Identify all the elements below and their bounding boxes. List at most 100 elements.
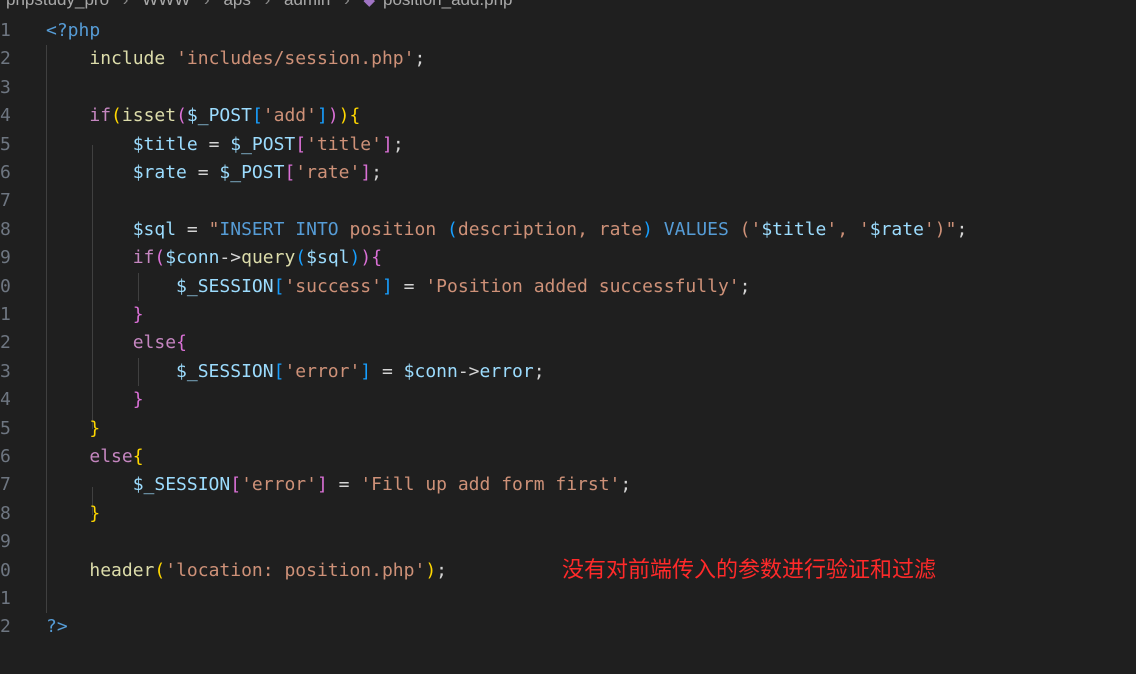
code-token: 'error' [241, 474, 317, 496]
code-token: header [89, 559, 155, 581]
code-token: include [89, 48, 166, 70]
code-token: ) [349, 247, 361, 269]
code-token: = [176, 218, 209, 240]
code-line[interactable]: 9 if($conn->query($sql)){ [0, 244, 1136, 272]
code-token: ( [154, 247, 166, 269]
line-number: 1 [0, 304, 10, 325]
code-line[interactable]: 5 } [0, 415, 1136, 443]
code-token: isset [121, 105, 177, 127]
line-number: 3 [0, 360, 10, 382]
code-token: if [132, 247, 155, 269]
code-token: ; [436, 559, 448, 581]
code-line[interactable]: 5 $title = $_POST['title']; [0, 131, 1136, 159]
code-line[interactable]: 2 ?> [0, 613, 1136, 641]
breadcrumb-item-aps[interactable]: aps [223, 0, 250, 11]
code-text: } [46, 415, 100, 443]
code-token: ) [425, 559, 437, 581]
code-text: <?php [46, 17, 100, 45]
code-token: <?php [46, 20, 101, 41]
code-token: ( [295, 247, 307, 269]
line-number: 1 [0, 20, 10, 41]
code-token: 'Position added successfully' [425, 275, 740, 297]
code-token: ; [414, 48, 426, 70]
line-number: 5 [0, 417, 10, 439]
code-token: 'Fill up add form first' [360, 474, 621, 496]
code-line[interactable]: 4 } [0, 386, 1136, 414]
code-token: } [89, 502, 101, 524]
breadcrumb-item-www[interactable]: WWW [142, 0, 190, 11]
line-number: 7 [0, 474, 10, 496]
code-token: { [371, 247, 383, 269]
code-text: $rate = $_POST['rate']; [46, 159, 382, 187]
code-line[interactable]: 7 $_SESSION['error'] = 'Fill up add form… [0, 471, 1136, 499]
code-line[interactable]: 1 <?php [0, 17, 1136, 45]
line-number: 3 [0, 76, 10, 98]
code-token: description, rate [457, 218, 643, 240]
code-line[interactable]: 3 $_SESSION['error'] = $conn->error; [0, 358, 1136, 386]
code-text: if($conn->query($sql)){ [46, 244, 382, 272]
line-number: 7 [0, 190, 10, 212]
code-line[interactable]: 2 else{ [0, 329, 1136, 357]
code-line[interactable]: 4 if(isset($_POST['add'])){ [0, 102, 1136, 130]
code-line[interactable]: 1 } [0, 301, 1136, 329]
code-text: else{ [46, 443, 143, 471]
code-token: = [197, 133, 231, 155]
code-token: = [186, 162, 220, 183]
line-number: 0 [0, 559, 10, 581]
breadcrumb-item-phpstudy-pro[interactable]: phpstudy_pro [6, 0, 109, 11]
code-token: $conn [165, 247, 220, 269]
code-token: ; [371, 162, 382, 183]
annotation-note: 没有对前端传入的参数进行验证和过滤 [562, 558, 937, 583]
code-token: 'location: position.php' [165, 559, 426, 581]
code-token: -> [219, 247, 242, 269]
code-text: include 'includes/session.php'; [46, 45, 425, 73]
code-token: ) [642, 218, 653, 240]
breadcrumb-file[interactable]: position_add.php [383, 0, 513, 11]
code-token: ( [176, 105, 187, 127]
code-text: $sql = "INSERT INTO position (descriptio… [46, 216, 968, 244]
code-token: query [241, 247, 296, 269]
code-token: ', ' [826, 218, 870, 240]
code-text: $_SESSION['error'] = 'Fill up add form f… [46, 471, 632, 499]
code-line[interactable]: 8 } [0, 500, 1136, 528]
code-token: ; [392, 133, 404, 155]
code-token: ') [923, 218, 946, 240]
code-token: ) [338, 105, 350, 127]
code-line[interactable]: 6 else{ [0, 443, 1136, 471]
code-line[interactable]: 0 $_SESSION['success'] = 'Position added… [0, 273, 1136, 301]
code-token: 'error' [284, 360, 361, 382]
code-token: $title [761, 218, 827, 240]
code-line[interactable]: 6 $rate = $_POST['rate']; [0, 159, 1136, 187]
code-token: ( [154, 559, 166, 581]
code-token: $_SESSION [176, 360, 274, 382]
code-token: $title [132, 133, 198, 155]
code-line[interactable]: 7 [0, 187, 1136, 215]
code-line[interactable]: 3 [0, 74, 1136, 102]
code-token: [ [273, 360, 285, 382]
chevron-right-icon: › [123, 0, 129, 11]
code-line[interactable]: 1 [0, 585, 1136, 613]
code-token: [ [295, 133, 307, 155]
code-line[interactable]: 2 include 'includes/session.php'; [0, 45, 1136, 73]
code-token: ?> [46, 616, 68, 638]
code-token: $sql [306, 247, 350, 269]
code-token: ( [447, 218, 458, 240]
code-token: = [327, 474, 361, 496]
code-line[interactable]: 8 $sql = "INSERT INTO position (descript… [0, 216, 1136, 244]
code-token: ' [750, 218, 762, 240]
code-token: -> [457, 360, 480, 382]
code-token: 'add' [262, 105, 317, 127]
code-token: 'includes/session.php' [176, 48, 415, 70]
code-token: error [479, 360, 534, 382]
code-token: [ [273, 275, 285, 297]
breadcrumb-item-admin[interactable]: admin [284, 0, 330, 11]
code-token: { [349, 105, 361, 127]
code-token: $rate [869, 218, 924, 240]
